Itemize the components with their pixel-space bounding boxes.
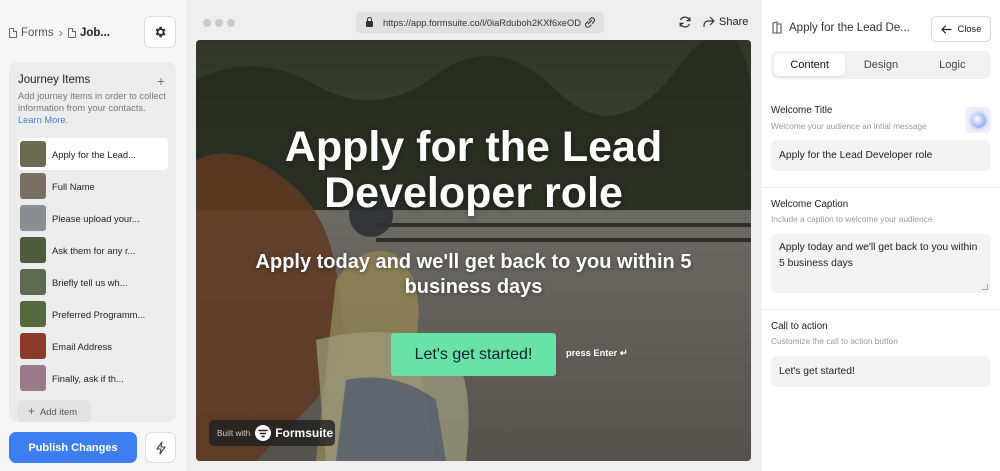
item-label: Briefly tell us wh...: [52, 276, 128, 288]
journey-title: Journey Items: [18, 74, 91, 86]
item-thumbnail: [20, 237, 46, 263]
left-sidebar: Forms › Job... Journey Items + Add journ…: [0, 0, 186, 471]
share-icon: [703, 16, 715, 27]
welcome-title-field[interactable]: Apply for the Lead Developer role: [771, 140, 991, 171]
item-label: Finally, ask if th...: [52, 372, 124, 384]
browser-bar: https://app.formsuite.co/l/0iaRduboh2KXf…: [196, 9, 751, 37]
journey-item[interactable]: Please upload your...: [18, 202, 168, 234]
journey-item[interactable]: Apply for the Lead...: [18, 138, 168, 170]
welcome-title-hint: Welcome your audience an intial message: [771, 121, 927, 131]
journey-item[interactable]: Email Address: [18, 330, 168, 362]
panel-tabs: Content Design Logic: [771, 51, 991, 79]
item-thumbnail: [20, 301, 46, 327]
item-thumbnail: [20, 269, 46, 295]
add-item-button[interactable]: + Add item: [17, 400, 91, 422]
brand-name: Formsuite: [275, 426, 334, 440]
journey-item[interactable]: Briefly tell us wh...: [18, 266, 168, 298]
journey-description: Add journey items in order to collect in…: [18, 90, 168, 126]
url-field[interactable]: https://app.formsuite.co/l/0iaRduboh2KXf…: [356, 12, 604, 33]
cta-field[interactable]: Let's get started!: [771, 356, 991, 387]
item-thumbnail: [20, 365, 46, 391]
publish-changes-button[interactable]: Publish Changes: [9, 432, 137, 463]
journey-description-text: Add journey items in order to collect in…: [18, 91, 166, 113]
divider: [762, 309, 1000, 310]
gear-icon: [155, 26, 166, 38]
panel-header: Apply for the Lead De...: [772, 21, 910, 34]
item-thumbnail: [20, 141, 46, 167]
ai-assistant-button[interactable]: [965, 107, 991, 133]
welcome-caption-label: Welcome Caption: [771, 199, 849, 210]
breadcrumb: Forms › Job...: [9, 25, 110, 40]
arrow-left-icon: [940, 24, 952, 34]
share-button[interactable]: Share: [702, 16, 748, 28]
lock-icon: [366, 16, 373, 27]
item-label: Apply for the Lead...: [52, 148, 136, 160]
properties-panel: Apply for the Lead De... Close Content D…: [762, 0, 1000, 471]
journey-item[interactable]: Full Name: [18, 170, 168, 202]
document-icon: [9, 27, 17, 38]
tab-content[interactable]: Content: [774, 54, 846, 76]
window-dots: [203, 19, 235, 27]
ai-orb-icon: [970, 112, 986, 128]
journey-item[interactable]: Preferred Programm...: [18, 298, 168, 330]
item-thumbnail: [20, 333, 46, 359]
tab-design[interactable]: Design: [845, 54, 916, 76]
journey-items-panel: Journey Items + Add journey items in ord…: [9, 62, 176, 422]
press-enter-hint: press Enter ↵: [566, 348, 628, 358]
welcome-caption: Apply today and we'll get back to you wi…: [255, 251, 692, 298]
share-label: Share: [719, 16, 749, 28]
form-preview: Apply for the Lead Developer role Apply …: [196, 40, 751, 461]
welcome-caption-hint: Include a caption to welcome your audien…: [771, 214, 933, 224]
panel-title: Apply for the Lead De...: [789, 21, 910, 34]
welcome-title-label: Welcome Title: [771, 105, 833, 116]
item-label: Ask them for any r...: [52, 244, 136, 256]
tab-logic[interactable]: Logic: [917, 54, 988, 76]
close-label: Close: [957, 24, 982, 34]
reload-icon[interactable]: [678, 15, 692, 29]
breadcrumb-forms[interactable]: Forms: [21, 27, 54, 39]
link-icon[interactable]: [584, 17, 596, 28]
item-label: Email Address: [52, 340, 112, 352]
item-label: Preferred Programm...: [52, 308, 146, 320]
chevron-right-icon: ›: [58, 25, 63, 40]
built-with-badge[interactable]: Built with Formsuite: [209, 420, 335, 446]
welcome-screen-icon: [772, 21, 782, 34]
item-label: Full Name: [52, 180, 95, 192]
journey-item[interactable]: Ask them for any r...: [18, 234, 168, 266]
item-label: Please upload your...: [52, 212, 140, 224]
url-text: https://app.formsuite.co/l/0iaRduboh2KXf…: [383, 17, 581, 28]
welcome-caption-field[interactable]: Apply today and we'll get back to you wi…: [771, 234, 991, 293]
welcome-caption-text: Apply today and we'll get back to you wi…: [779, 242, 978, 269]
close-button[interactable]: Close: [931, 16, 991, 42]
cta-label: Call to action: [771, 321, 828, 332]
add-item-label: Add item: [40, 405, 78, 417]
item-thumbnail: [20, 173, 46, 199]
resize-handle-icon[interactable]: [982, 284, 988, 290]
breadcrumb-current[interactable]: Job...: [80, 27, 110, 39]
item-thumbnail: [20, 205, 46, 231]
cta-hint: Customize the call to action button: [771, 336, 898, 346]
add-journey-item-button[interactable]: +: [157, 73, 165, 89]
journey-item[interactable]: Finally, ask if th...: [18, 362, 168, 394]
get-started-button[interactable]: Let's get started!: [391, 333, 556, 376]
welcome-title: Apply for the Lead Developer role: [284, 123, 663, 217]
preview-area: https://app.formsuite.co/l/0iaRduboh2KXf…: [186, 0, 762, 471]
built-with-label: Built with: [217, 428, 251, 438]
lightning-icon: [155, 440, 166, 455]
plus-icon: +: [28, 404, 36, 418]
formsuite-logo-icon: [255, 425, 272, 441]
document-icon: [67, 27, 76, 38]
journey-item-list: Apply for the Lead... Full Name Please u…: [18, 138, 168, 394]
automation-button[interactable]: [145, 432, 176, 463]
learn-more-link[interactable]: Learn More.: [18, 115, 68, 125]
divider: [762, 187, 1000, 188]
settings-button[interactable]: [144, 16, 176, 48]
